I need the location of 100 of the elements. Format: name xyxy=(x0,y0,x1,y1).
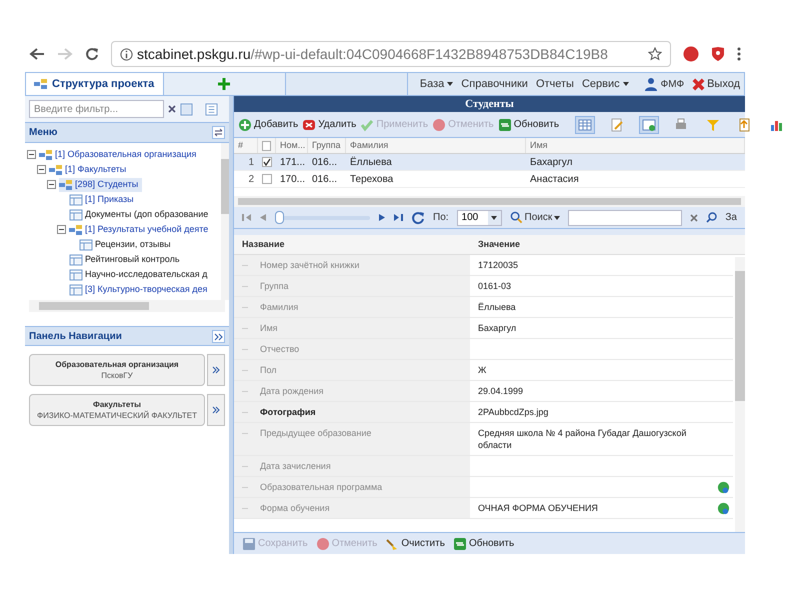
back-icon[interactable] xyxy=(29,47,45,61)
search-field[interactable] xyxy=(568,210,682,226)
collapse-icon[interactable] xyxy=(37,165,46,174)
logout-link[interactable]: Выход xyxy=(692,76,744,92)
tree-item[interactable]: [1] Приказы xyxy=(69,192,138,206)
toolbar-button[interactable]: Удалить xyxy=(302,117,356,132)
printer-icon xyxy=(674,118,688,132)
column-header[interactable]: Значение xyxy=(478,238,520,249)
column-header[interactable]: Группа xyxy=(312,138,341,152)
search-icon xyxy=(510,211,523,224)
property-value[interactable]: 0161-03 xyxy=(478,280,705,292)
add-tab-button[interactable] xyxy=(164,73,286,95)
tree-item[interactable]: [1] Результаты учебной деяте xyxy=(69,222,212,236)
nav-card[interactable]: Факультеты ФИЗИКО-МАТЕМАТИЧЕСКИЙ ФАКУЛЬТЕТ xyxy=(29,394,205,426)
nav-card[interactable]: Образовательная организация ПсковГУ xyxy=(29,354,205,386)
column-header[interactable]: Имя xyxy=(530,138,548,152)
property-name: Группа xyxy=(260,280,289,292)
tree-item[interactable]: Рецензии, отзывы xyxy=(79,238,175,252)
refresh-icon xyxy=(498,118,512,132)
property-name: Форма обучения xyxy=(260,502,330,514)
checkbox[interactable] xyxy=(262,140,271,150)
property-value[interactable]: Средняя школа № 4 района Губадаг Дашогузской области xyxy=(478,427,705,451)
stop-sign-icon[interactable] xyxy=(683,46,699,62)
toolbar-button[interactable]: Очистить xyxy=(385,536,445,551)
column-header[interactable]: Фамилия xyxy=(350,138,388,152)
table-cell: Терехова xyxy=(350,174,394,184)
checkbox[interactable] xyxy=(262,157,272,167)
hierarchy-icon xyxy=(59,178,73,192)
column-header[interactable]: Название xyxy=(242,238,284,249)
previous-page-icon[interactable] xyxy=(259,213,267,222)
refresh-icon[interactable] xyxy=(411,210,425,224)
shield-icon[interactable] xyxy=(711,46,725,62)
lookup-icon[interactable] xyxy=(716,502,730,514)
menu-item[interactable]: Справочники xyxy=(461,76,528,92)
next-page-icon[interactable] xyxy=(378,213,386,222)
property-value[interactable]: 2PAubbcdZps.jpg xyxy=(478,406,705,418)
menu-item[interactable]: База xyxy=(420,76,454,92)
horizontal-scrollbar[interactable] xyxy=(29,300,225,312)
toolbar-icon-button[interactable] xyxy=(639,116,660,134)
last-page-icon[interactable] xyxy=(394,213,403,222)
scrollbar[interactable] xyxy=(221,143,229,300)
address-bar[interactable]: stcabinet.pskgu.ru/#wp-ui-default:04C0904668F1432B8948753DB84C19B8 xyxy=(111,41,671,67)
project-structure-tab[interactable]: Структура проекта xyxy=(26,73,164,95)
clear-icon[interactable] xyxy=(168,105,176,113)
column-header[interactable]: Ном... xyxy=(280,138,306,152)
slider-thumb[interactable] xyxy=(275,211,284,224)
table-row[interactable]: 2 170... 016... Терехова Анастасия xyxy=(234,171,745,188)
first-page-icon[interactable] xyxy=(242,213,251,222)
tree-item[interactable]: [1] Образовательная организация xyxy=(39,148,200,162)
toolbar-button[interactable]: Добавить xyxy=(238,117,298,132)
funnel-icon xyxy=(706,118,720,132)
tree-item[interactable]: [1] Факультеты xyxy=(49,162,130,176)
collapse-icon[interactable] xyxy=(47,180,56,189)
table-row[interactable]: 1 171... 016... Ёллыева Бахаргул xyxy=(234,154,745,171)
arrows-icon[interactable] xyxy=(212,126,225,139)
collapse-icon[interactable] xyxy=(27,150,36,159)
tree-item[interactable]: [298] Студенты xyxy=(59,178,142,192)
search-button[interactable]: Поиск xyxy=(510,210,560,225)
open-button[interactable] xyxy=(207,394,225,426)
tree-toggle-icon[interactable] xyxy=(180,102,193,116)
collapse-icon[interactable] xyxy=(212,330,225,342)
menu-icon[interactable] xyxy=(737,47,741,61)
search-icon[interactable] xyxy=(706,212,718,223)
reload-icon[interactable] xyxy=(85,47,99,61)
user-name[interactable]: ФМФ xyxy=(660,76,684,92)
horizontal-scrollbar[interactable] xyxy=(234,196,745,207)
property-name: Имя xyxy=(260,322,278,334)
table-cell: 170... xyxy=(280,174,306,184)
toolbar-icon-button[interactable] xyxy=(575,116,596,134)
property-name: Фотография xyxy=(260,406,316,418)
column-header[interactable]: # xyxy=(238,138,244,152)
property-value[interactable]: Бахаргул xyxy=(478,322,705,334)
circle-icon xyxy=(432,118,446,132)
lookup-icon[interactable] xyxy=(716,480,730,494)
tree-item[interactable]: [3] Культурно-творческая дея xyxy=(69,282,212,296)
clear-icon[interactable] xyxy=(690,214,698,222)
property-value[interactable]: 29.04.1999 xyxy=(478,385,705,397)
table-cell: Ёллыева xyxy=(350,156,392,168)
toolbar-button[interactable]: Обновить xyxy=(452,536,514,551)
pencil-icon xyxy=(610,118,624,132)
tree-item[interactable]: Документы (доп образование xyxy=(69,208,212,222)
property-value[interactable]: Ж xyxy=(478,364,705,376)
page-slider[interactable] xyxy=(275,211,370,224)
property-value[interactable]: 17120035 xyxy=(478,259,705,271)
filter-field[interactable]: Введите фильтр... xyxy=(29,100,164,118)
list-icon[interactable] xyxy=(205,102,218,116)
scrollbar[interactable] xyxy=(735,257,745,532)
checkbox[interactable] xyxy=(262,174,272,184)
menu-item[interactable]: Отчеты xyxy=(536,76,574,92)
property-value[interactable]: ОЧНАЯ ФОРМА ОБУЧЕНИЯ xyxy=(478,502,705,514)
open-button[interactable] xyxy=(207,354,225,386)
tree-item[interactable]: Научно-исследовательская д xyxy=(69,268,212,282)
tree-item[interactable]: Рейтинговый контроль xyxy=(69,252,184,266)
page-size-field[interactable]: 100 xyxy=(456,210,502,226)
caret-icon xyxy=(491,216,498,220)
menu-item[interactable]: Сервис xyxy=(582,76,629,92)
property-value[interactable]: Ёллыева xyxy=(478,301,705,313)
star-icon[interactable] xyxy=(648,47,662,61)
toolbar-button[interactable]: Обновить xyxy=(498,117,560,132)
collapse-icon[interactable] xyxy=(57,225,66,234)
